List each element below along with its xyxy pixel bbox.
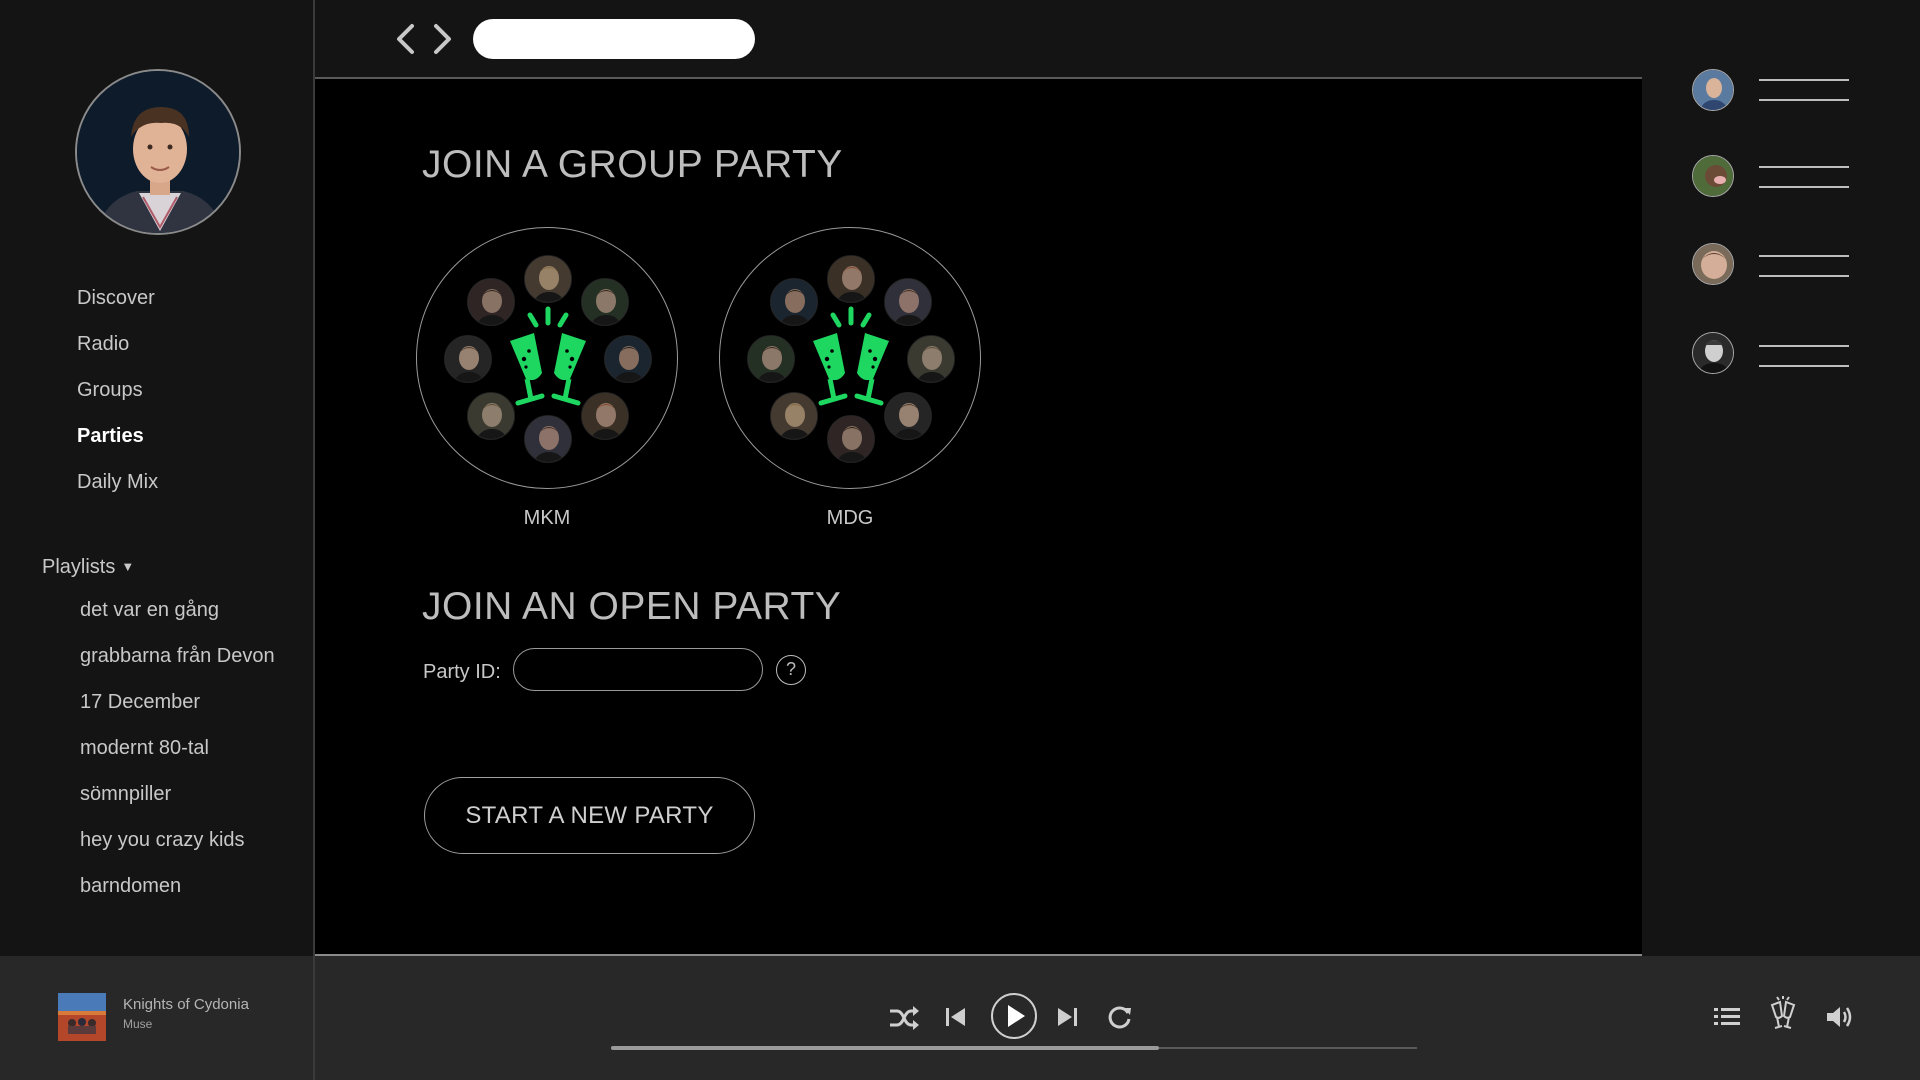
play-icon (1008, 1005, 1025, 1027)
group-label-mkm: MKM (523, 507, 571, 529)
member-avatar (524, 255, 572, 303)
album-art[interactable] (58, 993, 106, 1041)
caret-down-icon: ▼ (121, 559, 135, 574)
main-content: JOIN A GROUP PARTY MKM MDG JOIN AN OPEN … (315, 79, 1642, 956)
shuffle-icon[interactable] (888, 1004, 920, 1037)
friend-name-placeholder (1759, 166, 1849, 168)
friend-status-placeholder (1759, 275, 1849, 277)
nav-groups[interactable]: Groups (77, 379, 143, 402)
playlists-toggle[interactable]: Playlists ▼ (42, 556, 134, 579)
friend-name-placeholder (1759, 255, 1849, 257)
start-new-party-button[interactable]: START A NEW PARTY (424, 777, 755, 854)
help-icon[interactable]: ? (776, 655, 806, 685)
group-label-mdg: MDG (826, 507, 874, 529)
track-title[interactable]: Knights of Cydonia (123, 996, 249, 1013)
forward-arrow-icon[interactable] (428, 22, 456, 56)
member-avatar (444, 335, 492, 383)
friend-name-placeholder (1759, 345, 1849, 347)
progress-fill (611, 1046, 1160, 1050)
friend-status-placeholder (1759, 365, 1849, 367)
member-avatar (907, 335, 955, 383)
progress-bar[interactable] (611, 1046, 1417, 1050)
friend-avatar (1692, 243, 1734, 285)
playlist-item[interactable]: modernt 80-tal (80, 737, 209, 760)
friend-status-placeholder (1759, 186, 1849, 188)
cheers-icon (496, 299, 600, 420)
next-icon[interactable] (1056, 1006, 1078, 1033)
group-party-mkm[interactable] (416, 227, 678, 489)
player-bar: Knights of Cydonia Muse (0, 956, 1920, 1080)
member-avatar (524, 415, 572, 463)
playlist-item[interactable]: hey you crazy kids (80, 829, 245, 852)
friend-item[interactable] (1692, 243, 1872, 289)
playlist-item[interactable]: barndomen (80, 875, 181, 898)
member-avatar (747, 335, 795, 383)
friend-status-placeholder (1759, 99, 1849, 101)
repeat-icon[interactable] (1107, 1004, 1133, 1035)
group-party-title: JOIN A GROUP PARTY (422, 143, 843, 186)
party-id-input[interactable] (513, 648, 763, 691)
friend-item[interactable] (1692, 332, 1872, 378)
party-icon[interactable] (1766, 996, 1800, 1037)
nav-radio[interactable]: Radio (77, 333, 129, 356)
queue-icon[interactable] (1714, 1006, 1740, 1033)
player-divider (313, 956, 315, 1080)
nav-discover[interactable]: Discover (77, 287, 155, 310)
friend-avatar (1692, 69, 1734, 111)
playlist-item[interactable]: 17 December (80, 691, 200, 714)
nav-parties[interactable]: Parties (77, 425, 144, 448)
friend-name-placeholder (1759, 79, 1849, 81)
member-avatar (827, 255, 875, 303)
sidebar: Discover Radio Groups Parties Daily Mix … (0, 0, 315, 956)
play-button[interactable] (990, 992, 1038, 1045)
friend-avatar (1692, 332, 1734, 374)
back-arrow-icon[interactable] (392, 22, 420, 56)
track-artist[interactable]: Muse (123, 1017, 152, 1031)
group-party-mdg[interactable] (719, 227, 981, 489)
playlist-item[interactable]: grabbarna från Devon (80, 645, 275, 668)
friend-item[interactable] (1692, 155, 1872, 201)
search-input[interactable] (473, 19, 755, 59)
party-id-label: Party ID: (423, 661, 501, 683)
playlist-item[interactable]: det var en gång (80, 599, 219, 622)
member-avatar (604, 335, 652, 383)
playlist-item[interactable]: sömnpiller (80, 783, 171, 806)
playlists-label: Playlists (42, 556, 116, 578)
nav-daily-mix[interactable]: Daily Mix (77, 471, 158, 494)
open-party-title: JOIN AN OPEN PARTY (422, 585, 842, 628)
cheers-icon (799, 299, 903, 420)
previous-icon[interactable] (945, 1006, 967, 1033)
member-avatar (827, 415, 875, 463)
profile-avatar[interactable] (75, 69, 241, 235)
friend-item[interactable] (1692, 69, 1872, 115)
friend-avatar (1692, 155, 1734, 197)
friends-panel (1642, 0, 1920, 956)
volume-icon[interactable] (1826, 1004, 1854, 1035)
top-bar (315, 0, 1642, 79)
